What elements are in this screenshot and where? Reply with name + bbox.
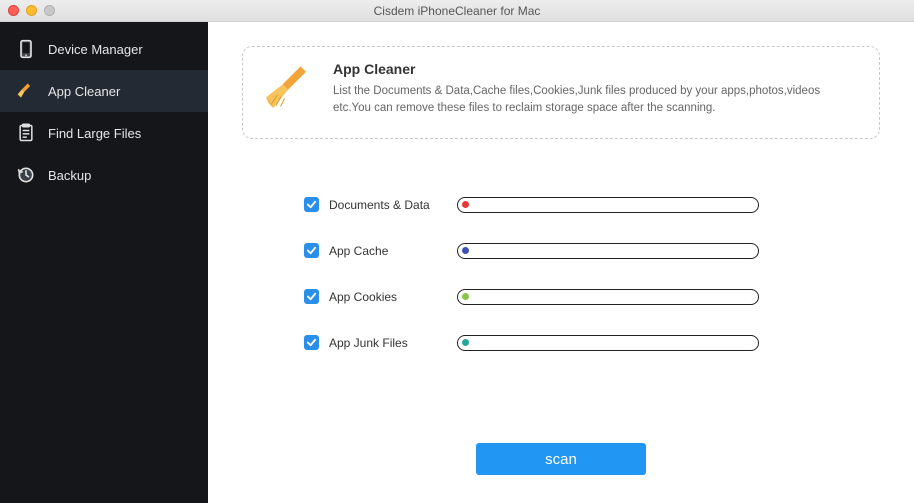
progress-dot xyxy=(462,247,469,254)
category-app-cache: App Cache xyxy=(304,243,880,259)
info-heading: App Cleaner xyxy=(333,61,861,77)
clipboard-icon xyxy=(16,123,36,143)
app-window: Cisdem iPhoneCleaner for Mac Device Mana… xyxy=(0,0,914,503)
main-panel: App Cleaner List the Documents & Data,Ca… xyxy=(208,22,914,503)
window-minimize-button[interactable] xyxy=(26,5,37,16)
progress-app-junk-files xyxy=(457,335,759,351)
phone-icon xyxy=(16,39,36,59)
sidebar-item-app-cleaner[interactable]: App Cleaner xyxy=(0,70,208,112)
sidebar-item-backup[interactable]: Backup xyxy=(0,154,208,196)
window-maximize-button[interactable] xyxy=(44,5,55,16)
checkbox-documents-data[interactable] xyxy=(304,197,319,212)
info-text: App Cleaner List the Documents & Data,Ca… xyxy=(333,61,861,118)
progress-documents-data xyxy=(457,197,759,213)
checkbox-app-cache[interactable] xyxy=(304,243,319,258)
traffic-lights xyxy=(8,5,55,16)
category-label: App Cache xyxy=(329,244,457,258)
window-body: Device Manager App Cleaner xyxy=(0,22,914,503)
progress-dot xyxy=(462,201,469,208)
category-app-cookies: App Cookies xyxy=(304,289,880,305)
backup-icon xyxy=(16,165,36,185)
broom-icon xyxy=(16,81,36,101)
category-list: Documents & Data App Cache xyxy=(304,197,880,351)
titlebar: Cisdem iPhoneCleaner for Mac xyxy=(0,0,914,22)
progress-app-cache xyxy=(457,243,759,259)
progress-app-cookies xyxy=(457,289,759,305)
sidebar-item-label: Backup xyxy=(48,168,91,183)
progress-dot xyxy=(462,293,469,300)
info-description: List the Documents & Data,Cache files,Co… xyxy=(333,83,861,118)
checkbox-app-junk-files[interactable] xyxy=(304,335,319,350)
broom-illustration-icon xyxy=(261,61,315,115)
window-close-button[interactable] xyxy=(8,5,19,16)
sidebar-item-label: Find Large Files xyxy=(48,126,141,141)
category-documents-data: Documents & Data xyxy=(304,197,880,213)
category-label: Documents & Data xyxy=(329,198,457,212)
window-title: Cisdem iPhoneCleaner for Mac xyxy=(0,4,914,18)
category-label: App Cookies xyxy=(329,290,457,304)
scan-area: scan xyxy=(242,443,880,485)
sidebar-item-device-manager[interactable]: Device Manager xyxy=(0,28,208,70)
sidebar-item-find-large-files[interactable]: Find Large Files xyxy=(0,112,208,154)
info-box: App Cleaner List the Documents & Data,Ca… xyxy=(242,46,880,139)
sidebar: Device Manager App Cleaner xyxy=(0,22,208,503)
sidebar-item-label: App Cleaner xyxy=(48,84,120,99)
category-app-junk-files: App Junk Files xyxy=(304,335,880,351)
category-label: App Junk Files xyxy=(329,336,457,350)
progress-dot xyxy=(462,339,469,346)
scan-button[interactable]: scan xyxy=(476,443,646,475)
checkbox-app-cookies[interactable] xyxy=(304,289,319,304)
sidebar-item-label: Device Manager xyxy=(48,42,143,57)
